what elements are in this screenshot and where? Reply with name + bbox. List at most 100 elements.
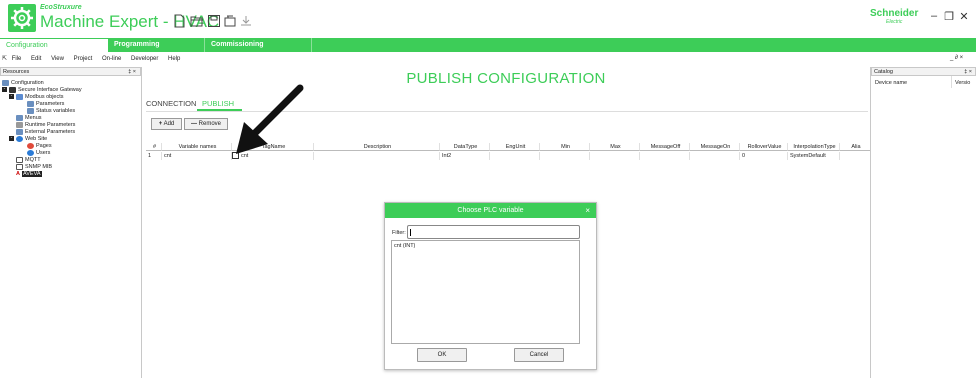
modbus-icon bbox=[16, 93, 23, 100]
cell-engunit[interactable] bbox=[490, 152, 540, 160]
dialog-close-icon[interactable]: × bbox=[585, 203, 590, 218]
tree-item-website[interactable]: - Web Site bbox=[9, 135, 47, 142]
open-folder-icon[interactable] bbox=[190, 14, 204, 28]
app-window: EcoStruxure Machine Expert - HVAC Schnei… bbox=[0, 0, 976, 378]
tree-item-configuration[interactable]: Configuration bbox=[2, 79, 44, 86]
minimize-button[interactable]: – bbox=[928, 10, 940, 22]
catalog-panel: Catalog ‡ × Device name Versio bbox=[870, 67, 976, 378]
ok-button[interactable]: OK bbox=[417, 348, 467, 362]
menu-pin-icon[interactable]: ⇱ bbox=[2, 56, 7, 62]
catalog-header: Catalog ‡ × bbox=[871, 67, 976, 76]
minus-icon: — bbox=[190, 121, 197, 127]
col-header-description[interactable]: Description bbox=[314, 143, 440, 151]
tree-item-gateway[interactable]: - Secure Interface Gateway bbox=[2, 86, 82, 93]
menu-window-controls[interactable]: _ ∂ × bbox=[950, 55, 963, 61]
col-header-messageoff[interactable]: MessageOff bbox=[640, 143, 690, 151]
save-all-icon[interactable] bbox=[223, 14, 237, 28]
col-header-variable-names[interactable]: Variable names bbox=[162, 143, 232, 151]
collapse-icon[interactable]: - bbox=[9, 94, 14, 99]
catalog-col-device[interactable]: Device name bbox=[875, 80, 907, 86]
subtab-connection[interactable]: CONNECTION bbox=[146, 99, 196, 108]
cell-messageon[interactable] bbox=[690, 152, 740, 160]
cell-description[interactable] bbox=[314, 152, 440, 160]
menu-view[interactable]: View bbox=[51, 56, 64, 62]
menus-icon bbox=[16, 114, 23, 121]
cell-interpolationtype[interactable]: SystemDefault bbox=[788, 152, 840, 160]
filter-input[interactable] bbox=[407, 225, 580, 239]
col-header-engunit[interactable]: EngUnit bbox=[490, 143, 540, 151]
pages-icon bbox=[27, 142, 34, 149]
col-header-messageon[interactable]: MessageOn bbox=[690, 143, 740, 151]
menu-developer[interactable]: Developer bbox=[131, 56, 158, 62]
tree-item-external-parameters[interactable]: External Parameters bbox=[16, 128, 75, 135]
external-icon bbox=[16, 128, 23, 135]
menu-online[interactable]: On-line bbox=[102, 56, 121, 62]
resources-pin-icon[interactable]: ‡ × bbox=[128, 68, 136, 77]
close-button[interactable]: ✕ bbox=[958, 10, 970, 23]
list-item[interactable]: cnt (INT) bbox=[394, 243, 415, 249]
download-icon[interactable] bbox=[239, 14, 253, 28]
cell-datatype[interactable]: Int2 bbox=[440, 152, 490, 160]
new-file-icon[interactable] bbox=[172, 14, 186, 28]
menu-edit[interactable]: Edit bbox=[31, 56, 41, 62]
catalog-col-divider bbox=[951, 76, 952, 88]
maximize-button[interactable]: ❐ bbox=[943, 10, 955, 23]
resources-panel: Resources ‡ × Configuration - Secure Inte… bbox=[0, 67, 142, 378]
tree-item-users[interactable]: Users bbox=[27, 149, 50, 156]
plus-icon: + bbox=[158, 121, 163, 127]
remove-button[interactable]: — Remove bbox=[184, 118, 228, 130]
menu-bar: ⇱ File Edit View Project On-line Develop… bbox=[0, 53, 976, 65]
cell-min[interactable] bbox=[540, 152, 590, 160]
tree-item-snmp[interactable]: SNMP MIB bbox=[16, 163, 52, 170]
menu-help[interactable]: Help bbox=[168, 56, 180, 62]
config-icon bbox=[2, 79, 9, 86]
filter-label: Filter: bbox=[392, 230, 406, 236]
tree-item-modbus[interactable]: - Modbus objects bbox=[9, 93, 64, 100]
tree-item-aveva[interactable]: A AVEVA bbox=[16, 170, 42, 177]
tree-item-runtime-parameters[interactable]: Runtime Parameters bbox=[16, 121, 75, 128]
col-header-datatype[interactable]: DataType bbox=[440, 143, 490, 151]
catalog-col-version[interactable]: Versio bbox=[955, 80, 970, 86]
gateway-icon bbox=[9, 86, 16, 93]
resources-header: Resources ‡ × bbox=[0, 67, 141, 76]
col-header-rollovervalue[interactable]: RolloverValue bbox=[740, 143, 788, 151]
vendor-logo-sub: Electric bbox=[886, 19, 903, 25]
tree-item-parameters[interactable]: Parameters bbox=[27, 100, 64, 107]
add-button[interactable]: + Add bbox=[151, 118, 182, 130]
col-header-min[interactable]: Min bbox=[540, 143, 590, 151]
dialog-header: Choose PLC variable bbox=[385, 203, 596, 218]
collapse-icon[interactable]: - bbox=[2, 87, 7, 92]
table-icon bbox=[27, 100, 34, 107]
col-header-max[interactable]: Max bbox=[590, 143, 640, 151]
save-icon[interactable] bbox=[207, 14, 221, 28]
catalog-pin-icon[interactable]: ‡ × bbox=[964, 68, 972, 77]
col-header-interpolationtype[interactable]: InterpolationType bbox=[788, 143, 840, 151]
users-icon bbox=[27, 149, 34, 156]
tab-configuration[interactable]: Configuration bbox=[0, 38, 108, 52]
tab-commissioning[interactable]: Commissioning bbox=[204, 38, 312, 52]
catalog-title: Catalog bbox=[874, 69, 893, 75]
menu-file[interactable]: File bbox=[12, 56, 22, 62]
globe-icon bbox=[16, 135, 23, 142]
col-header-alias[interactable]: Alia bbox=[840, 143, 870, 151]
tree-item-status-variables[interactable]: Status variables bbox=[27, 107, 75, 114]
menu-project[interactable]: Project bbox=[74, 56, 93, 62]
choose-plc-variable-dialog: Choose PLC variable × Filter: cnt (INT) … bbox=[384, 202, 597, 370]
tree-item-pages[interactable]: Pages bbox=[27, 142, 52, 149]
cell-rollovervalue[interactable]: 0 bbox=[740, 152, 788, 160]
resources-title: Resources bbox=[3, 69, 30, 75]
variable-list[interactable]: cnt (INT) bbox=[391, 240, 580, 344]
tree-item-mqtt[interactable]: MQTT bbox=[16, 156, 41, 163]
app-logo-icon bbox=[8, 4, 36, 32]
col-header-index[interactable]: # bbox=[146, 143, 162, 151]
tree-item-menus[interactable]: Menus bbox=[16, 114, 42, 121]
collapse-icon[interactable]: - bbox=[9, 136, 14, 141]
cell-variable-name[interactable]: cnt bbox=[162, 152, 232, 160]
cell-alias[interactable] bbox=[840, 152, 870, 160]
cancel-button[interactable]: Cancel bbox=[514, 348, 564, 362]
cell-max[interactable] bbox=[590, 152, 640, 160]
tab-programming[interactable]: Programming bbox=[108, 38, 204, 52]
brand-name: EcoStruxure bbox=[40, 4, 82, 11]
cell-messageoff[interactable] bbox=[640, 152, 690, 160]
aveva-icon: A bbox=[16, 170, 20, 177]
